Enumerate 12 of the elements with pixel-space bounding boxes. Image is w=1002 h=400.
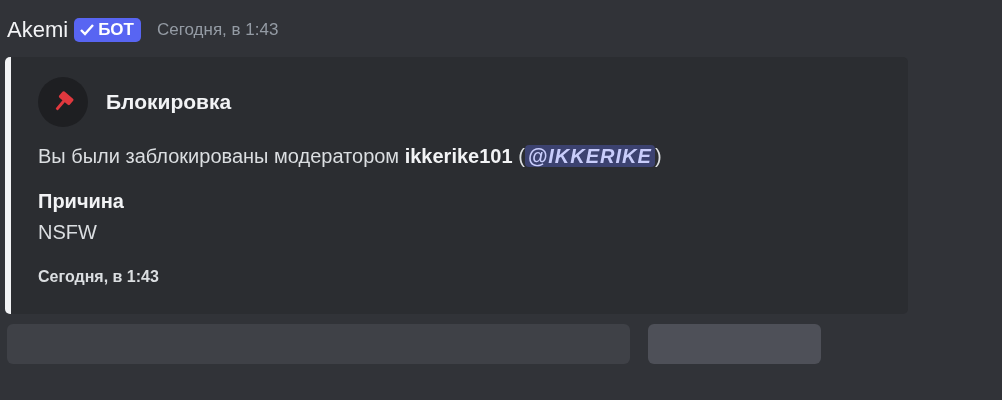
field-name: Причина bbox=[38, 190, 125, 213]
author-name[interactable]: Akemi bbox=[7, 17, 69, 43]
action-button[interactable] bbox=[648, 324, 821, 364]
ban-message: Вы были заблокированы модератором ikkerike101 (@IKKERIKE) bbox=[38, 145, 663, 168]
message-timestamp: Сегодня, в 1:43 bbox=[156, 20, 279, 40]
field-value: NSFW bbox=[38, 221, 98, 244]
bot-badge: БОТ bbox=[74, 18, 141, 42]
hammer-icon bbox=[38, 77, 88, 127]
user-mention[interactable]: @IKKERIKE bbox=[524, 145, 655, 167]
embed-footer: Сегодня, в 1:43 bbox=[38, 268, 908, 286]
embed-title: Блокировка bbox=[106, 90, 232, 114]
checkmark-icon bbox=[79, 23, 96, 37]
